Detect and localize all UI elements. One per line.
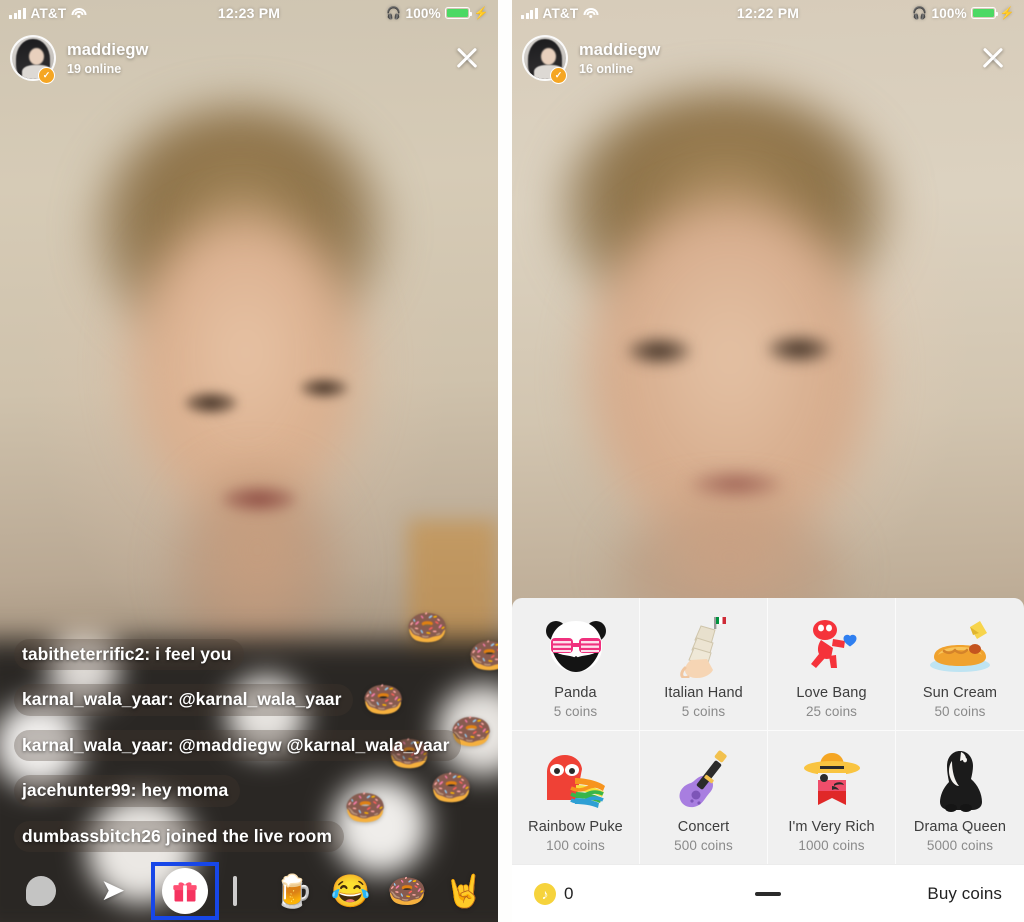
gift-name: Rainbow Puke <box>528 818 623 835</box>
gift-item-italian-hand[interactable]: Italian Hand 5 coins <box>640 598 768 731</box>
video-eye-blur <box>628 338 690 364</box>
avatar-face <box>29 48 44 65</box>
battery-percent-label: 100% <box>931 5 967 21</box>
gift-name: Panda <box>554 685 597 701</box>
close-x-icon[interactable] <box>976 41 1010 75</box>
coin-music-note-icon: ♪ <box>534 882 556 905</box>
headphones-icon: 🎧 <box>386 6 402 20</box>
video-eye-blur <box>768 336 830 362</box>
rainbow-puke-gift-icon <box>539 743 613 817</box>
gift-price: 5 coins <box>681 704 726 719</box>
gift-price: 25 coins <box>805 704 858 719</box>
gift-item-rainbow-puke[interactable]: Rainbow Puke 100 coins <box>512 731 640 864</box>
gift-box-glyph <box>173 882 197 902</box>
love-bang-gift-icon <box>795 609 869 683</box>
status-bar: AT&T 12:23 PM 🎧 100% ⚡ <box>0 0 498 26</box>
video-mouth-blur <box>222 486 296 512</box>
gift-price: 50 coins <box>934 704 986 719</box>
video-eye-blur <box>185 392 237 414</box>
gift-item-concert[interactable]: Concert 500 coins <box>640 731 768 864</box>
quick-reaction-bar[interactable]: 🍺 😂 🍩 🤘 <box>274 875 490 907</box>
chat-join-notice: dumbassbitch26 joined the live room <box>14 820 345 852</box>
coin-balance[interactable]: ♪ 0 <box>534 882 574 905</box>
gift-picker-panel: Panda 5 coins Italian Hand 5 coins Love … <box>512 598 1024 922</box>
gift-panel-footer: ♪ 0 Buy coins <box>512 864 1024 922</box>
verified-check-icon: ✓ <box>38 67 55 84</box>
battery-icon <box>970 7 999 19</box>
chat-message-list[interactable]: tabitheterrific2: i feel you karnal_wala… <box>0 639 498 860</box>
status-bar: AT&T 12:22 PM 🎧 100% ⚡ <box>512 0 1024 26</box>
verified-check-icon: ✓ <box>550 67 567 84</box>
gift-item-panda[interactable]: Panda 5 coins <box>512 598 640 731</box>
gift-price: 5000 coins <box>926 837 994 853</box>
gift-price: 1000 coins <box>798 837 865 853</box>
battery-icon <box>444 7 473 19</box>
gift-name: Love Bang <box>796 685 867 701</box>
gift-item-love-bang[interactable]: Love Bang 25 coins <box>768 598 896 731</box>
viewer-count-label: 19 online <box>67 61 122 76</box>
panda-gift-icon <box>539 609 613 683</box>
drama-queen-gift-icon <box>923 743 997 817</box>
headphones-icon: 🎧 <box>912 6 928 20</box>
gift-item-im-very-rich[interactable]: I'm Very Rich 1000 coins <box>768 731 896 864</box>
gift-name: I'm Very Rich <box>788 818 875 835</box>
share-arrow-icon[interactable]: ➤ <box>93 876 133 906</box>
italian-hand-gift-icon <box>667 609 741 683</box>
video-mouth-blur <box>690 472 782 496</box>
status-bar-right: 🎧 100% ⚡ <box>912 6 1015 21</box>
broadcaster-info: maddiegw 16 online <box>579 41 660 76</box>
donut-emoji[interactable]: 🍩 <box>387 875 427 907</box>
chat-message: karnal_wala_yaar: @karnal_wala_yaar <box>14 684 354 716</box>
buy-coins-button[interactable]: Buy coins <box>927 884 1002 904</box>
live-header: ✓ maddiegw 19 online <box>0 30 498 86</box>
video-eye-blur <box>300 378 348 398</box>
right-phone-screen: AT&T 12:22 PM 🎧 100% ⚡ ✓ maddiegw 16 onl… <box>512 0 1024 922</box>
gift-name: Italian Hand <box>664 685 743 701</box>
gift-name: Sun Cream <box>922 685 998 701</box>
broadcaster-username[interactable]: maddiegw <box>579 41 660 60</box>
panel-divider <box>498 0 512 922</box>
lightning-bolt-icon: ⚡ <box>999 6 1015 20</box>
live-bottom-toolbar: ➤ 🍺 😂 🍩 🤘 <box>0 860 498 922</box>
rock-on-hand-emoji[interactable]: 🤘 <box>444 875 484 907</box>
coin-balance-value: 0 <box>564 883 574 903</box>
toolbar-divider <box>232 876 237 906</box>
gift-name: Drama Queen <box>913 818 1007 835</box>
beer-mug-emoji[interactable]: 🍺 <box>274 875 314 907</box>
gift-item-sun-cream[interactable]: Sun Cream 50 coins <box>896 598 1024 731</box>
concert-guitar-gift-icon <box>667 743 741 817</box>
gift-name: Concert <box>677 818 730 835</box>
gift-price: 500 coins <box>674 837 733 853</box>
chat-message: jacehunter99: hey moma <box>14 775 241 807</box>
gift-box-icon[interactable] <box>161 868 208 914</box>
page-dash-indicator <box>755 891 781 896</box>
chat-message: karnal_wala_yaar: @maddiegw @karnal_wala… <box>14 729 462 762</box>
sun-cream-gift-icon <box>923 609 997 683</box>
gift-item-drama-queen[interactable]: Drama Queen 5000 coins <box>896 731 1024 864</box>
left-phone-screen: AT&T 12:23 PM 🎧 100% ⚡ ✓ maddiegw 19 onl… <box>0 0 498 922</box>
comment-bubble-icon[interactable] <box>26 876 56 906</box>
broadcaster-info: maddiegw 19 online <box>67 41 148 76</box>
joy-emoji[interactable]: 😂 <box>330 875 370 907</box>
avatar-face <box>541 48 556 65</box>
live-header: ✓ maddiegw 16 online <box>512 30 1024 86</box>
gift-price: 100 coins <box>546 837 605 853</box>
status-bar-right: 🎧 100% ⚡ <box>386 6 489 21</box>
screenshot-root: AT&T 12:23 PM 🎧 100% ⚡ ✓ maddiegw 19 onl… <box>0 0 1024 922</box>
gift-price: 5 coins <box>553 704 598 719</box>
chat-message: tabitheterrific2: i feel you <box>14 639 244 671</box>
close-x-icon[interactable] <box>450 41 484 75</box>
broadcaster-username[interactable]: maddiegw <box>67 41 148 60</box>
lightning-bolt-icon: ⚡ <box>473 6 489 20</box>
gift-grid: Panda 5 coins Italian Hand 5 coins Love … <box>512 598 1024 864</box>
gift-button-highlight-box[interactable] <box>150 862 219 920</box>
video-face-blur <box>585 200 875 550</box>
battery-percent-label: 100% <box>405 5 441 21</box>
im-very-rich-gift-icon <box>795 743 869 817</box>
viewer-count-label: 16 online <box>579 61 634 76</box>
